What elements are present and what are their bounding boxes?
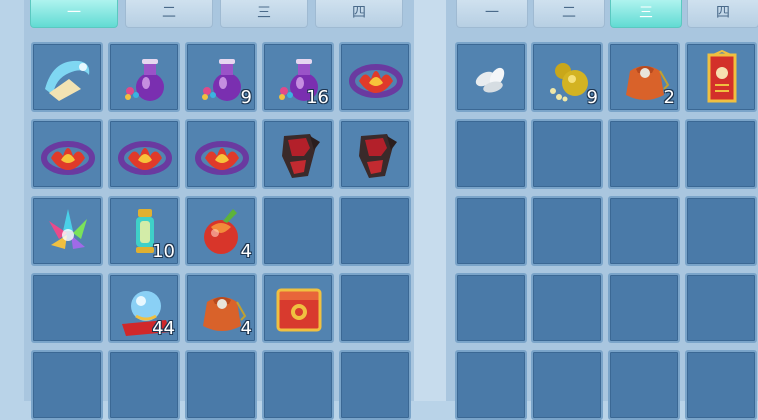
right-tab-1[interactable]: 一 xyxy=(456,0,528,28)
left-slot-lucky-bag[interactable]: 4 xyxy=(185,273,257,343)
right-tab-2[interactable]: 二 xyxy=(533,0,605,28)
scroll-icon xyxy=(39,49,97,107)
left-slot-flame-crown[interactable] xyxy=(339,42,411,112)
item-quantity: 2 xyxy=(663,87,675,108)
left-slot-armor-gauntlet[interactable] xyxy=(339,119,411,189)
armor-gauntlet-icon xyxy=(347,126,405,184)
seeds-icon xyxy=(463,49,521,107)
left-slot-flame-crown[interactable] xyxy=(31,119,103,189)
armor-gauntlet-icon xyxy=(270,126,328,184)
right-slot-empty[interactable] xyxy=(685,273,757,343)
right-slot-empty[interactable] xyxy=(531,273,603,343)
left-slot-crystal-cluster[interactable] xyxy=(31,196,103,266)
item-quantity: 9 xyxy=(586,87,598,108)
left-slot-empty[interactable] xyxy=(339,196,411,266)
left-slot-empty[interactable] xyxy=(339,273,411,343)
red-talisman-icon xyxy=(693,49,751,107)
left-slot-potion-bottle[interactable]: 9 xyxy=(185,42,257,112)
left-slot-flame-crown[interactable] xyxy=(108,119,180,189)
item-quantity: 9 xyxy=(240,87,252,108)
right-slot-empty[interactable] xyxy=(608,350,680,420)
left-slot-gift-chest[interactable] xyxy=(262,273,334,343)
left-tab-3[interactable]: 三 xyxy=(220,0,308,28)
flame-crown-icon xyxy=(116,126,174,184)
left-slot-empty[interactable] xyxy=(31,273,103,343)
left-slot-armor-gauntlet[interactable] xyxy=(262,119,334,189)
right-slot-red-talisman[interactable] xyxy=(685,42,757,112)
item-quantity: 16 xyxy=(306,87,329,108)
left-slot-flame-crown[interactable] xyxy=(185,119,257,189)
item-quantity: 4 xyxy=(240,241,252,262)
left-tab-1[interactable]: 一 xyxy=(30,0,118,28)
right-slot-empty[interactable] xyxy=(608,119,680,189)
left-slot-potion-bottle[interactable] xyxy=(108,42,180,112)
left-tab-4[interactable]: 四 xyxy=(315,0,403,28)
left-slot-empty[interactable] xyxy=(339,350,411,420)
item-quantity: 4 xyxy=(240,318,252,339)
right-slot-empty[interactable] xyxy=(455,273,527,343)
right-slot-empty[interactable] xyxy=(531,196,603,266)
left-slot-empty[interactable] xyxy=(262,196,334,266)
left-slot-lantern[interactable]: 10 xyxy=(108,196,180,266)
left-slot-empty[interactable] xyxy=(31,350,103,420)
left-slot-empty[interactable] xyxy=(262,350,334,420)
left-slot-magic-fruit[interactable]: 4 xyxy=(185,196,257,266)
flame-crown-icon xyxy=(39,126,97,184)
right-slot-empty[interactable] xyxy=(531,119,603,189)
right-slot-seeds[interactable] xyxy=(455,42,527,112)
left-slot-potion-bottle[interactable]: 16 xyxy=(262,42,334,112)
right-slot-empty[interactable] xyxy=(608,196,680,266)
crystal-cluster-icon xyxy=(39,203,97,261)
right-tab-3[interactable]: 三 xyxy=(610,0,682,28)
potion-bottle-icon xyxy=(116,49,174,107)
gift-chest-icon xyxy=(270,280,328,338)
panel-divider xyxy=(414,0,446,401)
right-slot-lucky-bag[interactable]: 2 xyxy=(608,42,680,112)
right-slot-empty[interactable] xyxy=(685,196,757,266)
right-slot-empty[interactable] xyxy=(531,350,603,420)
left-slot-empty[interactable] xyxy=(185,350,257,420)
left-tab-2[interactable]: 二 xyxy=(125,0,213,28)
left-slot-scroll[interactable] xyxy=(31,42,103,112)
flame-crown-icon xyxy=(347,49,405,107)
right-slot-empty[interactable] xyxy=(608,273,680,343)
right-slot-empty[interactable] xyxy=(455,350,527,420)
right-slot-empty[interactable] xyxy=(455,196,527,266)
right-slot-empty[interactable] xyxy=(685,119,757,189)
left-slot-empty[interactable] xyxy=(108,350,180,420)
right-slot-gourd[interactable]: 9 xyxy=(531,42,603,112)
flame-crown-icon xyxy=(193,126,251,184)
item-quantity: 10 xyxy=(152,241,175,262)
item-quantity: 44 xyxy=(152,318,175,339)
right-slot-empty[interactable] xyxy=(685,350,757,420)
right-tab-4[interactable]: 四 xyxy=(687,0,758,28)
right-slot-empty[interactable] xyxy=(455,119,527,189)
left-slot-crystal-orb[interactable]: 44 xyxy=(108,273,180,343)
